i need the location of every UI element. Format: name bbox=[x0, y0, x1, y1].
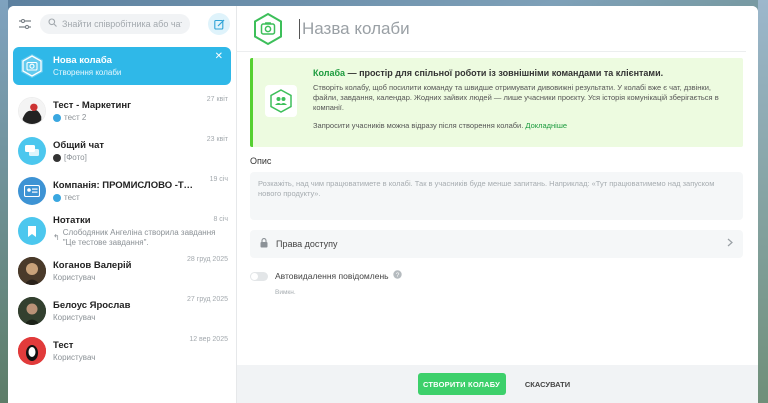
team-icon bbox=[265, 85, 297, 117]
collab-header: Назва колаби bbox=[237, 6, 746, 52]
chat-subtitle-text: тест 2 bbox=[64, 113, 87, 122]
chat-item-general[interactable]: Общий чат [Фото] 23 квіт bbox=[8, 131, 236, 171]
company-card-icon bbox=[18, 177, 46, 205]
new-chat-button[interactable] bbox=[208, 13, 230, 35]
chat-subtitle: [Фото] bbox=[53, 153, 230, 162]
collab-name-input[interactable]: Назва колаби bbox=[302, 19, 410, 39]
chat-item-test[interactable]: Тест Користувач 12 вер 2025 bbox=[8, 331, 236, 371]
svg-text:?: ? bbox=[395, 272, 399, 279]
app-window: Нова колаба Створення колаби ✕ Тест - Ма… bbox=[8, 6, 758, 403]
autodelete-state: Вимкн. bbox=[275, 289, 296, 296]
chat-title: Общий чат bbox=[53, 140, 105, 151]
chat-item-belous[interactable]: Белоус Ярослав Користувач 27 груд 2025 bbox=[8, 291, 236, 331]
sender-avatar-icon bbox=[53, 113, 61, 122]
chat-item-company[interactable]: Компанія: ПРОМИСЛОВО -ТОРГОВЕ... тест 19… bbox=[8, 171, 236, 211]
desktop-background-left bbox=[0, 0, 8, 403]
collab-avatar bbox=[18, 52, 46, 80]
description-label: Опис bbox=[250, 156, 272, 166]
group-chat-icon bbox=[18, 137, 46, 165]
chat-title: Тест bbox=[53, 340, 74, 351]
user-avatar bbox=[18, 337, 46, 365]
chat-item-test-marketing[interactable]: Тест - Маркетинг тест 2 27 квіт bbox=[8, 91, 236, 131]
chat-subtitle: Створення колаби bbox=[53, 68, 225, 77]
info-text: Колаба — простір для спільної роботи із … bbox=[313, 68, 733, 130]
chat-time: 27 груд 2025 bbox=[187, 296, 228, 303]
bookmark-icon bbox=[18, 217, 46, 245]
invite-note: Запросити учасників можна відразу після … bbox=[313, 121, 733, 130]
collab-create-panel: Назва колаби Колаба — простір для спільн… bbox=[237, 6, 758, 403]
info-description: Створіть колабу, щоб посилити команду та… bbox=[313, 83, 719, 112]
close-icon[interactable]: ✕ bbox=[215, 51, 223, 62]
reply-arrow-icon: ↰ bbox=[53, 232, 60, 242]
lock-icon bbox=[260, 237, 268, 251]
learn-more-link[interactable]: Докладніше bbox=[525, 121, 567, 130]
chat-subtitle-text: Користувач bbox=[53, 313, 96, 322]
search-icon bbox=[48, 18, 57, 30]
chat-subtitle: Користувач bbox=[53, 313, 230, 322]
autodelete-label: Автовидалення повідомлень bbox=[275, 271, 389, 281]
search-box bbox=[40, 14, 190, 34]
avatar bbox=[18, 97, 46, 125]
chat-time: 12 вер 2025 bbox=[189, 336, 228, 343]
description-textarea[interactable]: Розкажіть, над чим працюватимете в колаб… bbox=[250, 172, 743, 220]
chat-subtitle-text: [Фото] bbox=[64, 153, 87, 162]
autodelete-toggle[interactable] bbox=[250, 271, 268, 281]
chat-subtitle: тест bbox=[53, 193, 230, 202]
sender-avatar-icon bbox=[53, 193, 61, 202]
chat-title: Белоус Ярослав bbox=[53, 300, 131, 311]
chat-subtitle: ↰ Слободяник Ангеліна створила завдання … bbox=[53, 228, 230, 248]
headline-text: — простір для спільної роботи із зовнішн… bbox=[345, 68, 664, 78]
chevron-right-icon bbox=[727, 238, 733, 250]
chat-title: Нотатки bbox=[53, 214, 91, 226]
chat-time: 27 квіт bbox=[206, 96, 228, 103]
help-icon[interactable]: ? bbox=[392, 270, 402, 282]
chat-subtitle-text: Користувач bbox=[53, 353, 96, 362]
chat-title: Нова колаба bbox=[53, 55, 112, 66]
chat-title: Компанія: ПРОМИСЛОВО -ТОРГОВЕ... bbox=[53, 180, 193, 191]
chat-subtitle: тест 2 bbox=[53, 113, 230, 122]
invite-text: Запросити учасників можна відразу після … bbox=[313, 121, 526, 130]
search-input[interactable] bbox=[62, 19, 182, 29]
desktop-background-right bbox=[758, 0, 768, 403]
chat-item-notes[interactable]: Нотатки ↰ Слободяник Ангеліна створила з… bbox=[8, 211, 236, 251]
chat-item-new-collab[interactable]: Нова колаба Створення колаби ✕ bbox=[13, 47, 231, 85]
chat-time: 8 січ bbox=[213, 216, 228, 223]
access-rights-label: Права доступу bbox=[276, 239, 338, 249]
user-avatar bbox=[18, 257, 46, 285]
chat-subtitle-text: Створення колаби bbox=[53, 68, 122, 77]
info-headline: Колаба — простір для спільної роботи із … bbox=[313, 68, 733, 78]
chat-subtitle-text: тест bbox=[64, 193, 80, 202]
chat-subtitle-text: Слободяник Ангеліна створила завдання "Ц… bbox=[62, 227, 216, 247]
sidebar-toolbar bbox=[8, 6, 236, 42]
create-collab-button[interactable]: СТВОРИТИ КОЛАБУ bbox=[417, 373, 506, 395]
brand-name: Колаба bbox=[313, 68, 346, 78]
chat-subtitle-text: Користувач bbox=[53, 273, 96, 282]
chat-title: Коганов Валерій bbox=[53, 260, 132, 271]
footer-actions: СТВОРИТИ КОЛАБУ СКАСУВАТИ bbox=[237, 365, 758, 403]
filter-icon[interactable] bbox=[18, 17, 32, 31]
access-rights-row[interactable]: Права доступу bbox=[250, 230, 743, 258]
chat-title: Тест - Маркетинг bbox=[53, 100, 132, 111]
user-avatar bbox=[18, 297, 46, 325]
sender-avatar-icon bbox=[53, 153, 61, 162]
collab-camera-icon[interactable] bbox=[251, 12, 285, 46]
collab-info-card: Колаба — простір для спільної роботи із … bbox=[250, 58, 743, 147]
cancel-button[interactable]: СКАСУВАТИ bbox=[518, 373, 578, 395]
chat-item-koganov[interactable]: Коганов Валерій Користувач 28 груд 2025 bbox=[8, 251, 236, 291]
chat-sidebar: Нова колаба Створення колаби ✕ Тест - Ма… bbox=[8, 6, 237, 403]
chat-subtitle: Користувач bbox=[53, 353, 230, 362]
chat-time: 23 квіт bbox=[206, 136, 228, 143]
autodelete-row: Автовидалення повідомлень ? bbox=[250, 270, 402, 282]
chat-subtitle: Користувач bbox=[53, 273, 230, 282]
text-cursor bbox=[299, 18, 300, 39]
chat-time: 28 груд 2025 bbox=[187, 256, 228, 263]
chat-time: 19 січ bbox=[209, 176, 228, 183]
